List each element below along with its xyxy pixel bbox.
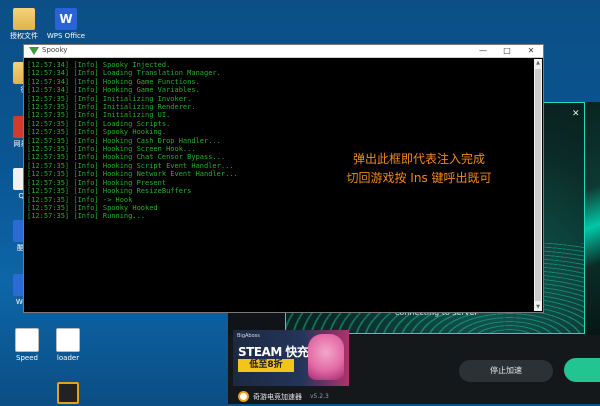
log-line: [12:57:35] [Info] Running... [27, 212, 146, 221]
scroll-up-icon[interactable]: ▲ [534, 59, 542, 67]
window-title: Spooky [42, 46, 68, 54]
injection-notice: 弹出此框即代表注入完成 切回游戏按 Ins 键呼出既可 [334, 150, 504, 188]
log-line: [12:57:35] [Info] Initializing UI. [27, 111, 171, 120]
desktop-icon-label: loader [56, 354, 80, 362]
log-line: [12:57:35] [Info] -> Hook [27, 195, 133, 204]
log-line: [12:57:34] [Info] Hooking Game Variables… [27, 86, 200, 95]
notice-line: 弹出此框即代表注入完成 [352, 152, 485, 166]
file-icon [15, 328, 39, 352]
log-line: [12:57:35] [Info] Hooking Chat Censor By… [27, 153, 226, 162]
vertical-scrollbar[interactable]: ▲ ▼ [534, 59, 542, 311]
log-line: [12:57:34] [Info] Spooky Injected. [27, 61, 171, 69]
desktop-icon-auth-folder[interactable]: 授权文件 [2, 8, 46, 41]
close-button[interactable]: ✕ [519, 45, 543, 57]
log-line: [12:57:35] [Info] Spooky Hooked [27, 203, 158, 212]
log-line: [12:57:35] [Info] Hooking ResizeBuffers [27, 187, 192, 196]
ad-title: STEAM 快充 [238, 345, 309, 359]
folder-icon [13, 8, 35, 30]
log-line: [12:57:35] [Info] Loading Scripts. [27, 119, 171, 128]
version-label: v5.2.3 [310, 393, 329, 400]
log-line: [12:57:35] [Info] Hooking Present [27, 178, 167, 187]
file-icon [56, 328, 80, 352]
log-line: [12:57:35] [Info] Hooking Cash Drop Hand… [27, 136, 221, 145]
stop-acceleration-button[interactable]: 停止加速 [459, 360, 553, 382]
log-line: [12:57:35] [Info] Hooking Screen Hook... [27, 145, 196, 154]
minimize-button[interactable]: — [471, 45, 495, 57]
log-line: [12:57:35] [Info] Initializing Invoker. [27, 94, 192, 103]
ad-price: 低至8折 [238, 359, 294, 372]
launcher-close-icon[interactable]: ✕ [572, 109, 580, 119]
notice-line: 切回游戏按 Ins 键呼出既可 [346, 171, 492, 185]
title-bar[interactable]: Spooky — □ ✕ [24, 45, 543, 58]
brand-logo-icon [238, 391, 249, 402]
spooky-logo-icon [29, 47, 39, 55]
desktop-icon-label: WPS Office [46, 32, 86, 40]
log-line: [12:57:34] [Info] Loading Translation Ma… [27, 69, 221, 78]
brand-name: 奇游电竞加速器 [253, 393, 302, 401]
wps-icon: W [55, 8, 77, 30]
log-line: [12:57:35] [Info] Initializing Renderer. [27, 103, 196, 112]
spooky-console-window[interactable]: Spooky — □ ✕ [12:57:34] [Info] Spooky In… [23, 44, 544, 313]
app-icon [57, 382, 79, 404]
desktop-icon-speed[interactable]: Speed [5, 328, 49, 363]
ad-tag: BigAboss [237, 333, 260, 339]
ad-character-image [308, 334, 344, 380]
scroll-down-icon[interactable]: ▼ [534, 303, 542, 311]
console-log: [12:57:34] [Info] Spooky Injected. [12:5… [27, 61, 238, 221]
desktop-icon-label: Speed [16, 354, 38, 362]
log-line: [12:57:35] [Info] Hooking Network Event … [27, 170, 238, 179]
log-line: [12:57:34] [Info] Hooking Game Functions… [27, 77, 200, 86]
desktop-icon-label: 授权文件 [10, 32, 38, 40]
log-line: [12:57:35] [Info] Spooky Hooking. [27, 128, 167, 137]
start-button[interactable] [564, 358, 600, 382]
maximize-button[interactable]: □ [495, 45, 519, 57]
desktop-icon-app[interactable] [46, 382, 90, 406]
desktop-icon-loader[interactable]: loader [46, 328, 90, 363]
log-line: [12:57:35] [Info] Hooking Script Event H… [27, 161, 234, 170]
desktop-icon-wps[interactable]: W WPS Office [44, 8, 88, 41]
scrollbar-thumb[interactable] [535, 69, 541, 301]
